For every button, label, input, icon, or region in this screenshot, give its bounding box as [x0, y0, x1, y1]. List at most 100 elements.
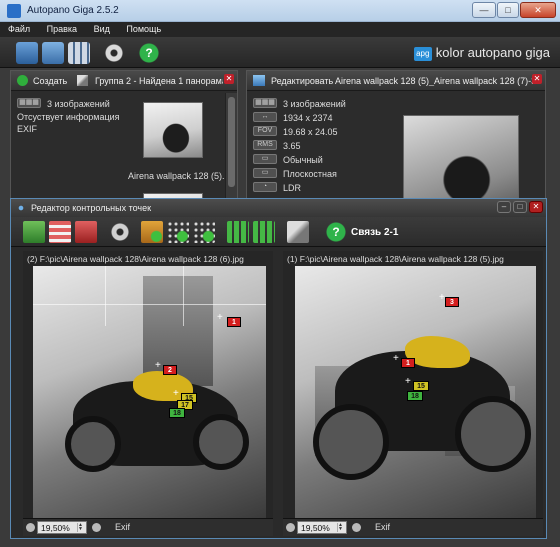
- help-icon[interactable]: ?: [138, 42, 160, 64]
- window-title: Autopano Giga 2.5.2: [27, 5, 119, 16]
- control-point-cross[interactable]: +: [393, 354, 399, 364]
- play-icon[interactable]: [17, 75, 28, 86]
- control-point-label[interactable]: 2: [163, 365, 177, 375]
- control-point-label[interactable]: 15: [413, 381, 429, 391]
- app-icon: [7, 4, 21, 18]
- control-point-label[interactable]: 18: [169, 408, 185, 418]
- help-icon[interactable]: ?: [325, 221, 347, 243]
- fov-badge: FOV: [253, 126, 277, 136]
- control-point-cross[interactable]: +: [173, 389, 179, 399]
- window-title-bar: Autopano Giga 2.5.2 — □ ✕: [0, 0, 560, 22]
- left-image-pane: (2) F:\pic\Airena wallpack 128\Airena wa…: [23, 251, 273, 536]
- maximize-button[interactable]: □: [497, 2, 519, 18]
- editor-title: Редактор контрольных точек: [31, 203, 152, 213]
- main-toolbar: ? apg kolor autopano giga: [0, 37, 560, 68]
- left-exif-button[interactable]: Exif: [115, 522, 130, 532]
- optimize-geometry-icon[interactable]: [253, 221, 275, 243]
- left-image[interactable]: + 1 + 2 + 15 17 18: [33, 266, 266, 518]
- info-missing: Отсуствует информация: [17, 112, 120, 122]
- scroll-thumb[interactable]: [228, 97, 235, 187]
- menu-bar: Файл Правка Вид Помощь: [0, 22, 560, 37]
- clean-points-icon[interactable]: [193, 221, 215, 243]
- delete-icon[interactable]: [75, 221, 97, 243]
- image-thumbnail[interactable]: [143, 102, 203, 158]
- zoom-spinner[interactable]: ▲ ▼: [77, 523, 85, 532]
- add-points-icon[interactable]: [141, 221, 163, 243]
- fov-value: 19.68 x 24.05: [283, 127, 338, 137]
- create-button[interactable]: Создать: [33, 76, 67, 86]
- link-label: Связь 2-1: [351, 227, 399, 238]
- zoom-out-icon[interactable]: [26, 523, 35, 532]
- minimize-button[interactable]: —: [472, 2, 496, 18]
- control-point-cross[interactable]: +: [217, 313, 223, 323]
- ldr-value: LDR: [283, 183, 302, 193]
- projection-value: Плоскостная: [283, 169, 337, 179]
- zoom-spinner[interactable]: ▲ ▼: [337, 523, 345, 532]
- add-image-icon[interactable]: [23, 221, 45, 243]
- ldr-badge: ◔: [253, 182, 277, 192]
- wrench-icon[interactable]: [287, 221, 309, 243]
- right-image-pane: (1) F:\pic\Airena wallpack 128\Airena wa…: [283, 251, 543, 536]
- projection-badge: ▭: [253, 168, 277, 178]
- control-point-label[interactable]: 3: [445, 297, 459, 307]
- gear-icon[interactable]: [109, 221, 131, 243]
- zoom-in-icon[interactable]: [92, 523, 101, 532]
- panorama-name: Airena wallpack 128 (5)_Airena wallpack …: [335, 76, 533, 86]
- images-count: 3 изображений: [283, 99, 346, 109]
- size-badge: ↔: [253, 112, 277, 122]
- blend-badge: ▭: [253, 154, 277, 164]
- rms-value: 3.65: [283, 141, 301, 151]
- remove-link-icon[interactable]: [49, 221, 71, 243]
- group-label: Группа 2 - Найдена 1 панорама: [95, 76, 223, 86]
- right-image-path: (1) F:\pic\Airena wallpack 128\Airena wa…: [287, 254, 504, 264]
- editor-close-button[interactable]: ✕: [529, 201, 543, 213]
- control-points-editor: Редактор контрольных точек – □ ✕ ? Связь…: [10, 198, 547, 539]
- menu-file[interactable]: Файл: [0, 22, 36, 34]
- image-count-badge: ▦▦▦: [17, 98, 41, 108]
- right-image[interactable]: + 3 + 1 + 15 18: [295, 266, 536, 518]
- close-panel-icon[interactable]: ✕: [532, 74, 542, 84]
- edit-button[interactable]: Редактировать: [271, 76, 333, 86]
- editor-title-bar: Редактор контрольных точек – □ ✕: [11, 199, 546, 217]
- menu-help[interactable]: Помощь: [118, 22, 167, 34]
- control-point-label[interactable]: 1: [401, 358, 415, 368]
- zoom-in-icon[interactable]: [352, 523, 361, 532]
- panorama-panel-header: Редактировать Airena wallpack 128 (5)_Ai…: [247, 71, 545, 91]
- size-value: 1934 x 2374: [283, 113, 333, 123]
- control-point-label[interactable]: 1: [227, 317, 241, 327]
- control-point-cross[interactable]: +: [439, 293, 445, 303]
- detect-icon[interactable]: [68, 42, 90, 64]
- import-folder-icon[interactable]: [42, 42, 64, 64]
- thumb-caption: Airena wallpack 128 (5).: [128, 171, 225, 181]
- images-badge: ▦▦▦: [253, 98, 277, 108]
- auto-points-icon[interactable]: [167, 221, 189, 243]
- editor-maximize-button[interactable]: □: [513, 201, 527, 213]
- close-button[interactable]: ✕: [520, 2, 556, 18]
- right-zoom-bar: 19,50% ▲ ▼ Exif: [283, 518, 543, 536]
- edit-icon[interactable]: [253, 75, 265, 86]
- left-zoom-bar: 19,50% ▲ ▼ Exif: [23, 518, 273, 536]
- editor-minimize-button[interactable]: –: [497, 201, 511, 213]
- blend-value: Обычный: [283, 155, 323, 165]
- control-point-cross[interactable]: +: [405, 377, 411, 387]
- groups-panel-header: Создать Группа 2 - Найдена 1 панорама ✕: [11, 71, 237, 91]
- wrench-icon[interactable]: [77, 75, 88, 86]
- rms-badge: RMS: [253, 140, 277, 150]
- left-zoom-input[interactable]: 19,50% ▲ ▼: [37, 521, 87, 534]
- exif-label: EXIF: [17, 124, 38, 134]
- import-images-icon[interactable]: [16, 42, 38, 64]
- right-exif-button[interactable]: Exif: [375, 522, 390, 532]
- control-point-cross[interactable]: +: [155, 361, 161, 371]
- menu-view[interactable]: Вид: [86, 22, 116, 34]
- editor-icon: [16, 203, 26, 213]
- optimize-icon[interactable]: [227, 221, 249, 243]
- settings-icon[interactable]: [103, 42, 125, 64]
- close-panel-icon[interactable]: ✕: [224, 74, 234, 84]
- control-point-label[interactable]: 18: [407, 391, 423, 401]
- brand-logo: apg kolor autopano giga: [413, 45, 550, 61]
- zoom-out-icon[interactable]: [286, 523, 295, 532]
- image-count: 3 изображений: [47, 99, 110, 109]
- left-image-path: (2) F:\pic\Airena wallpack 128\Airena wa…: [27, 254, 244, 264]
- menu-edit[interactable]: Правка: [39, 22, 83, 34]
- right-zoom-input[interactable]: 19,50% ▲ ▼: [297, 521, 347, 534]
